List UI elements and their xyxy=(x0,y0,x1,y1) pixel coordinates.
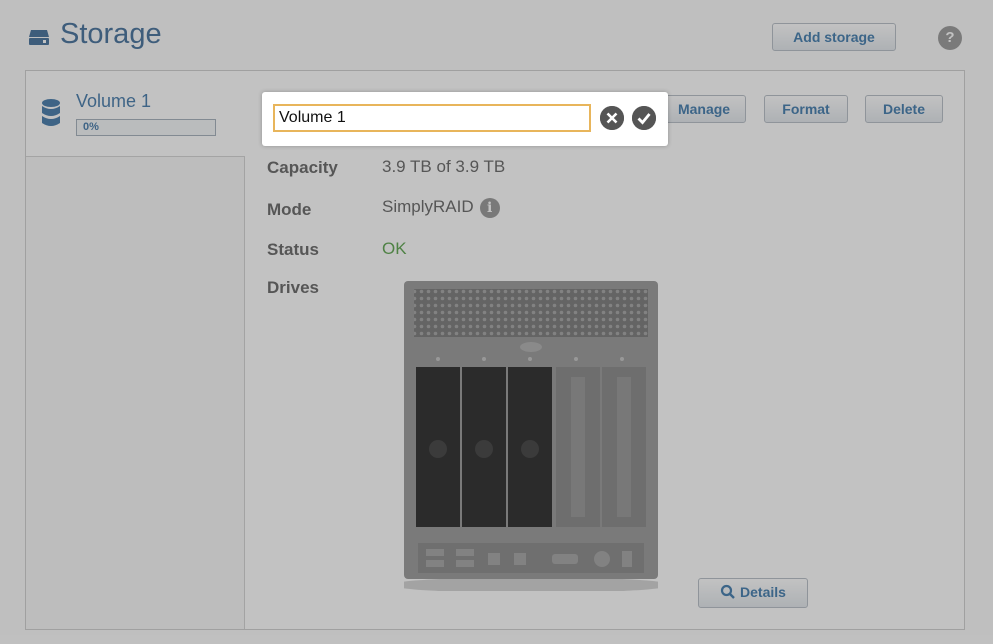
volume-name-input[interactable] xyxy=(273,104,591,132)
check-circle-icon[interactable] xyxy=(632,106,656,130)
close-circle-icon[interactable] xyxy=(600,106,624,130)
rename-popup xyxy=(262,92,668,146)
